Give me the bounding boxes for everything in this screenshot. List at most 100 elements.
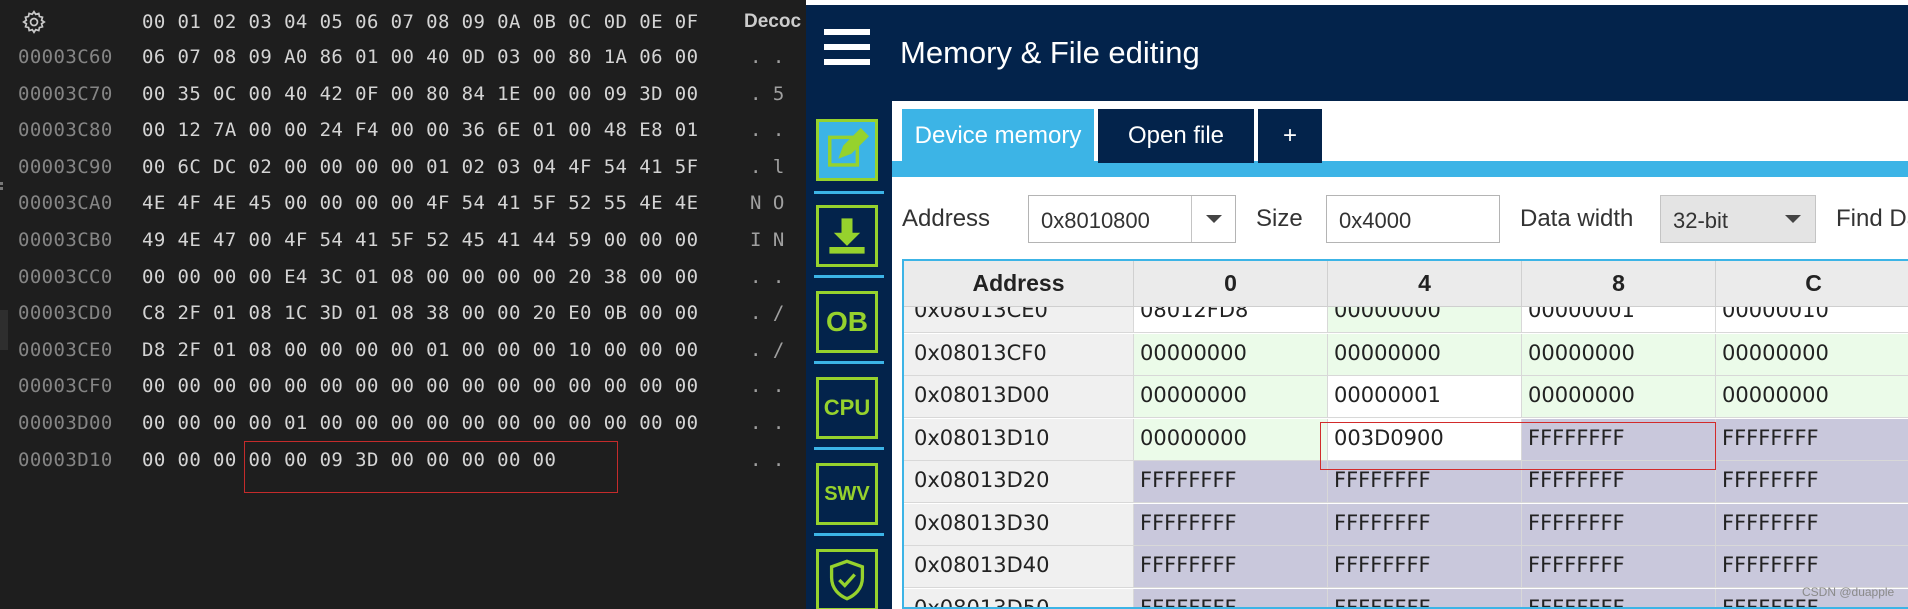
memory-cell[interactable]: FFFFFFFF — [1522, 503, 1716, 546]
row-address: 0x08013D20 — [904, 461, 1134, 503]
memory-cell[interactable]: FFFFFFFF — [1328, 588, 1522, 607]
sidebar: OB CPU SWV — [806, 101, 892, 609]
row-address: 0x08013CF0 — [904, 333, 1134, 376]
memory-cell[interactable]: FFFFFFFF — [1134, 461, 1328, 503]
menu-icon[interactable] — [824, 29, 870, 71]
memory-cell[interactable]: FFFFFFFF — [1716, 418, 1908, 461]
memory-controls: Address 0x8010800 Size 0x4000 Data width… — [892, 193, 1908, 253]
column-header-offset[interactable]: 8 — [1522, 261, 1716, 307]
memory-cell[interactable]: 00000000 — [1134, 418, 1328, 461]
hex-row-address: 00003CF0 — [18, 375, 113, 398]
row-address: 0x08013D50 — [904, 588, 1134, 607]
memory-cell[interactable]: FFFFFFFF — [1134, 546, 1328, 588]
address-value: 0x8010800 — [1041, 208, 1150, 233]
column-header-offset[interactable]: 0 — [1134, 261, 1328, 307]
tab-device-memory[interactable]: Device memory — [902, 109, 1094, 163]
hex-row-address: 00003CA0 — [18, 192, 113, 215]
memory-cell[interactable]: FFFFFFFF — [1716, 503, 1908, 546]
memory-cell[interactable]: FFFFFFFF — [1716, 546, 1908, 588]
hex-row-bytes[interactable]: 00 12 7A 00 00 24 F4 00 00 36 6E 01 00 4… — [142, 119, 698, 141]
hex-row-bytes[interactable]: 00 35 0C 00 40 42 0F 00 80 84 1E 00 00 0… — [142, 83, 698, 105]
hex-row: 00003CC0 00 00 00 00 E4 3C 01 08 00 00 00… — [0, 260, 806, 296]
hex-row-bytes[interactable]: 00 00 00 00 01 00 00 00 00 00 00 00 00 0… — [142, 412, 698, 434]
hex-header: 00 01 02 03 04 05 06 07 08 09 0A 0B 0C 0… — [0, 9, 806, 35]
sidebar-divider — [814, 447, 884, 450]
size-input[interactable]: 0x4000 — [1326, 195, 1500, 243]
table-row[interactable]: 0x08013D30 FFFFFFFF FFFFFFFF FFFFFFFF FFFFFF… — [904, 503, 1908, 546]
table-row[interactable]: 0x08013D50 FFFFFFFF FFFFFFFF FFFFFFFF FFFFFF… — [904, 588, 1908, 607]
address-combo[interactable]: 0x8010800 — [1028, 195, 1236, 243]
hex-row-bytes[interactable]: 00 00 00 00 00 00 00 00 00 00 00 00 00 0… — [142, 375, 698, 397]
hex-row-bytes[interactable]: D8 2F 01 08 00 00 00 00 01 00 00 00 10 0… — [142, 339, 698, 361]
column-header-address[interactable]: Address — [904, 261, 1134, 307]
hex-row-address: 00003C60 — [18, 46, 113, 68]
tab-open-file[interactable]: Open file — [1098, 109, 1254, 163]
hex-row-address: 00003CC0 — [18, 265, 113, 288]
hex-row-decoded: . . — [750, 412, 785, 434]
hex-row: 00003CE0 D8 2F 01 08 00 00 00 00 01 00 00… — [0, 333, 806, 369]
column-header-offset[interactable]: C — [1716, 261, 1908, 307]
row-address: 0x08013D10 — [904, 418, 1134, 461]
ob-icon[interactable]: OB — [816, 291, 878, 353]
hex-row-address: 00003CE0 — [18, 338, 113, 361]
hex-row-bytes[interactable]: 06 07 08 09 A0 86 01 00 40 0D 03 00 80 1… — [142, 46, 698, 68]
hex-row: 00003D00 00 00 00 00 01 00 00 00 00 00 00… — [0, 406, 806, 442]
main-content: Device memory Open file + Address 0x8010… — [892, 101, 1908, 609]
memory-cell[interactable]: 00000000 — [1134, 376, 1328, 418]
swv-icon[interactable]: SWV — [816, 463, 878, 525]
chevron-down-icon[interactable] — [1771, 196, 1815, 242]
download-icon[interactable] — [816, 205, 878, 267]
cpu-icon[interactable]: CPU — [816, 377, 878, 439]
memory-cell[interactable]: 00000000 — [1522, 333, 1716, 376]
data-width-select[interactable]: 32-bit — [1660, 195, 1816, 243]
page-title: Memory & File editing — [900, 35, 1200, 70]
chevron-down-icon[interactable] — [1191, 196, 1235, 242]
hex-row-bytes[interactable]: 49 4E 47 00 4F 54 41 5F 52 45 41 44 59 0… — [142, 229, 698, 251]
memory-cell[interactable]: FFFFFFFF — [1522, 546, 1716, 588]
hex-row-decoded: . l — [750, 155, 785, 178]
memory-cell[interactable]: 00000000 — [1134, 333, 1328, 376]
hex-row-address: 00003D10 — [18, 448, 113, 471]
table-row[interactable]: 0x08013CF0 00000000 00000000 00000000 000000… — [904, 333, 1908, 376]
hex-row-decoded: I N — [750, 229, 785, 251]
data-width-label: Data width — [1520, 205, 1634, 232]
hex-row-bytes[interactable]: 00 6C DC 02 00 00 00 00 01 02 03 04 4F 5… — [142, 156, 698, 178]
memory-cell[interactable]: 00000000 — [1716, 333, 1908, 376]
add-tab-button[interactable]: + — [1258, 109, 1322, 163]
memory-cell[interactable]: 00000000 — [1716, 376, 1908, 418]
table-row[interactable]: 0x08013D40 FFFFFFFF FFFFFFFF FFFFFFFF FFFFFF… — [904, 546, 1908, 588]
hex-row-decoded: N O — [750, 192, 785, 215]
row-address: 0x08013D40 — [904, 546, 1134, 588]
memory-cell[interactable]: FFFFFFFF — [1328, 503, 1522, 546]
watermark: CSDN @duapple — [1802, 585, 1895, 599]
tab-underline — [892, 161, 1908, 177]
memory-cell[interactable]: FFFFFFFF — [1134, 588, 1328, 607]
sidebar-divider — [814, 361, 884, 364]
memory-cell[interactable]: FFFFFFFF — [1522, 588, 1716, 607]
memory-cell[interactable]: FFFFFFFF — [1716, 461, 1908, 503]
column-header-offset[interactable]: 4 — [1328, 261, 1522, 307]
table-row[interactable]: 0x08013D00 00000000 00000001 00000000 000000… — [904, 376, 1908, 418]
memory-cell[interactable]: FFFFFFFF — [1328, 546, 1522, 588]
sidebar-divider — [814, 533, 884, 536]
title-bar: Memory & File editing — [806, 5, 1908, 101]
hex-row: 00003CA0 4E 4F 4E 45 00 00 00 00 4F 54 41… — [0, 186, 806, 222]
hex-row-bytes[interactable]: 4E 4F 4E 45 00 00 00 00 4F 54 41 5F 52 5… — [142, 192, 698, 214]
hex-row: 00003C90 00 6C DC 02 00 00 00 00 01 02 03… — [0, 150, 806, 186]
hex-row-address: 00003D00 — [18, 412, 113, 434]
hex-row-address: 00003C80 — [18, 119, 113, 142]
memory-cell[interactable]: FFFFFFFF — [1134, 503, 1328, 546]
settings-gear-icon[interactable] — [20, 9, 48, 35]
hex-row-decoded: . / — [750, 338, 785, 361]
hex-row: 00003C70 00 35 0C 00 40 42 0F 00 80 84 1E… — [0, 77, 806, 113]
hex-row-bytes[interactable]: 00 00 00 00 E4 3C 01 08 00 00 00 00 20 3… — [142, 266, 698, 288]
memory-cell[interactable]: 00000000 — [1522, 376, 1716, 418]
shield-icon[interactable] — [816, 549, 878, 609]
edit-icon[interactable] — [816, 119, 878, 181]
decoded-column-header: Decoc — [744, 11, 802, 32]
address-label: Address — [902, 205, 991, 232]
hex-row-decoded: . . — [750, 119, 785, 142]
memory-cell[interactable]: 00000000 — [1328, 333, 1522, 376]
memory-cell[interactable]: 00000001 — [1328, 376, 1522, 418]
hex-row-bytes[interactable]: C8 2F 01 08 1C 3D 01 08 38 00 00 20 E0 0… — [142, 302, 698, 324]
